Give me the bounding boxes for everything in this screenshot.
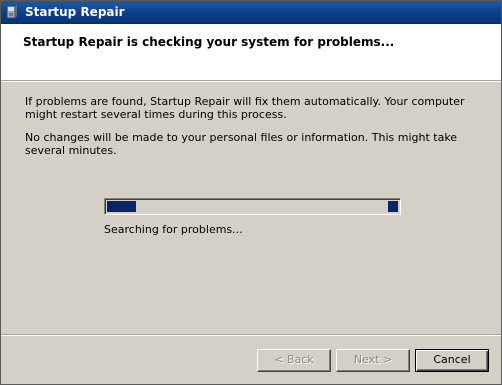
startup-repair-window: Startup Repair Startup Repair is checkin… bbox=[0, 0, 502, 385]
header-divider bbox=[1, 81, 501, 82]
next-button[interactable]: Next > bbox=[336, 349, 410, 372]
progress-status: Searching for problems... bbox=[104, 223, 243, 236]
window-title: Startup Repair bbox=[25, 5, 125, 19]
header-panel: Startup Repair is checking your system f… bbox=[1, 24, 501, 81]
back-button[interactable]: < Back bbox=[257, 349, 331, 372]
info-paragraph-repair: If problems are found, Startup Repair wi… bbox=[25, 95, 465, 121]
progress-bar bbox=[104, 198, 401, 215]
title-bar[interactable]: Startup Repair bbox=[1, 1, 501, 24]
progress-marker bbox=[388, 201, 398, 212]
startup-repair-icon bbox=[6, 4, 18, 20]
progress-fill bbox=[107, 201, 136, 212]
cancel-button[interactable]: Cancel bbox=[415, 349, 489, 372]
page-title: Startup Repair is checking your system f… bbox=[23, 35, 395, 49]
info-paragraph-files: No changes will be made to your personal… bbox=[25, 131, 458, 157]
